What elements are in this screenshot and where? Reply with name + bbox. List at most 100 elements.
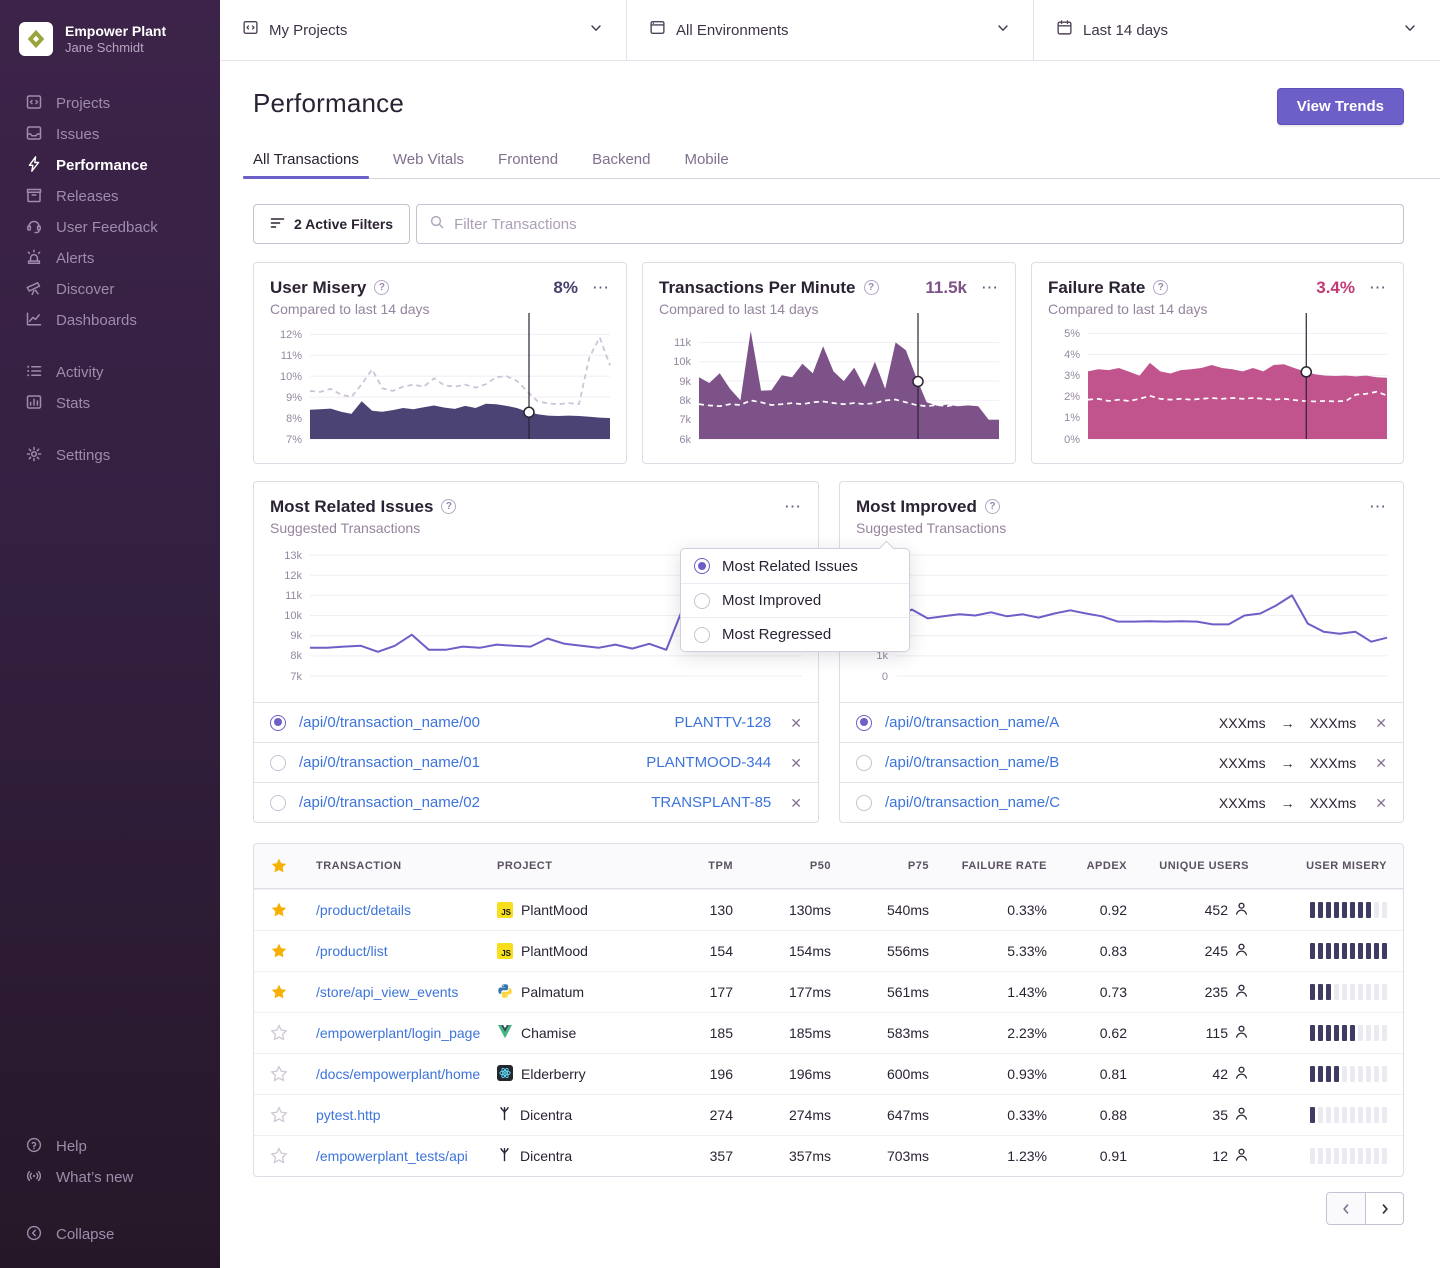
transaction-link[interactable]: /product/details (316, 902, 487, 918)
close-icon[interactable]: ✕ (1375, 796, 1387, 810)
transaction-link[interactable]: /empowerplant/login_page (316, 1025, 487, 1041)
next-page-button[interactable] (1365, 1193, 1403, 1224)
close-icon[interactable]: ✕ (1375, 756, 1387, 770)
chart-plot[interactable] (310, 327, 610, 439)
question-icon[interactable]: ? (441, 499, 456, 514)
column-header-apdex[interactable]: APDEX (1057, 860, 1127, 872)
sidebar-item-issues[interactable]: Issues (0, 119, 220, 150)
card-subtitle: Suggested Transactions (856, 520, 1387, 536)
issue-link[interactable]: PLANTMOOD-344 (646, 754, 771, 771)
p50-cell: 130ms (743, 902, 831, 918)
transaction-link[interactable]: /docs/empowerplant/home (316, 1066, 487, 1082)
column-header-project[interactable]: PROJECT (497, 860, 657, 872)
tab-mobile[interactable]: Mobile (684, 151, 728, 178)
menu-item-most-regressed[interactable]: Most Regressed (681, 617, 909, 651)
column-header-user-misery[interactable]: USER MISERY (1259, 860, 1387, 872)
radio-selected[interactable] (856, 715, 872, 731)
ellipsis-menu-button[interactable]: ⋯ (592, 277, 610, 298)
transaction-link[interactable]: /api/0/transaction_name/01 (299, 754, 480, 771)
column-header-tpm[interactable]: TPM (667, 860, 733, 872)
y-axis-tick-label: 8% (270, 413, 302, 425)
unique-users-count: 235 (1205, 984, 1228, 1000)
column-header-transaction[interactable]: TRANSACTION (316, 860, 487, 872)
sidebar-item-help[interactable]: Help (0, 1131, 220, 1162)
sidebar-item-releases[interactable]: Releases (0, 181, 220, 212)
transaction-link[interactable]: /api/0/transaction_name/A (885, 714, 1059, 731)
ellipsis-menu-button[interactable]: ⋯ (981, 277, 999, 298)
chart-plot[interactable] (699, 327, 999, 439)
menu-item-label: Most Related Issues (722, 558, 858, 575)
chart-plot[interactable] (1088, 327, 1387, 439)
close-icon[interactable]: ✕ (1375, 716, 1387, 730)
search-input[interactable] (454, 216, 1391, 233)
close-icon[interactable]: ✕ (790, 756, 802, 770)
radio-unselected[interactable] (856, 795, 872, 811)
previous-page-button[interactable] (1327, 1193, 1365, 1224)
radio-unselected[interactable] (856, 755, 872, 771)
column-header-p75[interactable]: P75 (841, 860, 929, 872)
star-toggle[interactable] (270, 983, 306, 1001)
sidebar-item-projects[interactable]: Projects (0, 88, 220, 119)
column-header-unique-users[interactable]: UNIQUE USERS (1137, 860, 1249, 872)
tpm-cell: 357 (667, 1148, 733, 1164)
active-filters-button[interactable]: 2 Active Filters (253, 204, 410, 244)
question-icon[interactable]: ? (1153, 280, 1168, 295)
ellipsis-menu-button[interactable]: ⋯ (1369, 277, 1387, 298)
tab-all-transactions[interactable]: All Transactions (253, 151, 359, 178)
sidebar-item-dashboards[interactable]: Dashboards (0, 305, 220, 336)
question-icon[interactable]: ? (985, 499, 1000, 514)
transaction-link[interactable]: /api/0/transaction_name/C (885, 794, 1060, 811)
sidebar-item-whats-new[interactable]: What’s new (0, 1162, 220, 1193)
org-switcher[interactable]: Empower Plant Jane Schmidt (0, 0, 220, 66)
question-icon[interactable]: ? (374, 280, 389, 295)
star-toggle[interactable] (270, 942, 306, 960)
menu-item-most-related-issues[interactable]: Most Related Issues (681, 549, 909, 583)
radio-selected[interactable] (270, 715, 286, 731)
radio-unselected[interactable] (270, 795, 286, 811)
menu-item-most-improved[interactable]: Most Improved (681, 583, 909, 617)
transaction-link[interactable]: /store/api_view_events (316, 984, 487, 1000)
transaction-link[interactable]: pytest.http (316, 1107, 487, 1123)
sidebar-item-stats[interactable]: Stats (0, 388, 220, 419)
sidebar-item-settings[interactable]: Settings (0, 440, 220, 471)
project-name: PlantMood (521, 943, 588, 959)
question-icon[interactable]: ? (864, 280, 879, 295)
sidebar-item-discover[interactable]: Discover (0, 274, 220, 305)
star-toggle[interactable] (270, 1024, 306, 1042)
tab-frontend[interactable]: Frontend (498, 151, 558, 178)
transaction-link[interactable]: /api/0/transaction_name/B (885, 754, 1059, 771)
radio-unselected[interactable] (270, 755, 286, 771)
ellipsis-menu-button[interactable]: ⋯ (1369, 496, 1387, 517)
transaction-link[interactable]: /api/0/transaction_name/02 (299, 794, 480, 811)
duration-after: XXXms (1310, 755, 1357, 771)
transaction-link[interactable]: /empowerplant_tests/api (316, 1148, 487, 1164)
tab-backend[interactable]: Backend (592, 151, 650, 178)
ellipsis-menu-button[interactable]: ⋯ (784, 496, 802, 517)
y-axis-tick-label: 4% (1048, 349, 1080, 361)
sidebar-item-activity[interactable]: Activity (0, 357, 220, 388)
project-selector[interactable]: My Projects (220, 0, 627, 60)
sidebar-item-alerts[interactable]: Alerts (0, 243, 220, 274)
column-header-failure-rate[interactable]: FAILURE RATE (939, 860, 1047, 872)
star-toggle[interactable] (270, 1147, 306, 1165)
issue-link[interactable]: PLANTTV-128 (675, 714, 772, 731)
sidebar-item-user-feedback[interactable]: User Feedback (0, 212, 220, 243)
transaction-link[interactable]: /api/0/transaction_name/00 (299, 714, 480, 731)
star-toggle[interactable] (270, 1065, 306, 1083)
tpm-chart: 11k10k9k8k7k6k (659, 327, 999, 439)
date-range-selector[interactable]: Last 14 days (1034, 0, 1440, 60)
environment-selector[interactable]: All Environments (627, 0, 1034, 60)
tab-web-vitals[interactable]: Web Vitals (393, 151, 464, 178)
chart-plot[interactable] (896, 546, 1387, 676)
close-icon[interactable]: ✕ (790, 716, 802, 730)
transaction-link[interactable]: /product/list (316, 943, 487, 959)
view-trends-button[interactable]: View Trends (1277, 88, 1404, 125)
issue-link[interactable]: TRANSPLANT-85 (651, 794, 771, 811)
close-icon[interactable]: ✕ (790, 796, 802, 810)
sidebar-item-performance[interactable]: Performance (0, 150, 220, 181)
star-toggle[interactable] (270, 901, 306, 919)
sidebar-collapse-button[interactable]: Collapse (0, 1219, 220, 1250)
star-toggle[interactable] (270, 1106, 306, 1124)
user-misery-value: 8% (553, 278, 578, 298)
column-header-p50[interactable]: P50 (743, 860, 831, 872)
